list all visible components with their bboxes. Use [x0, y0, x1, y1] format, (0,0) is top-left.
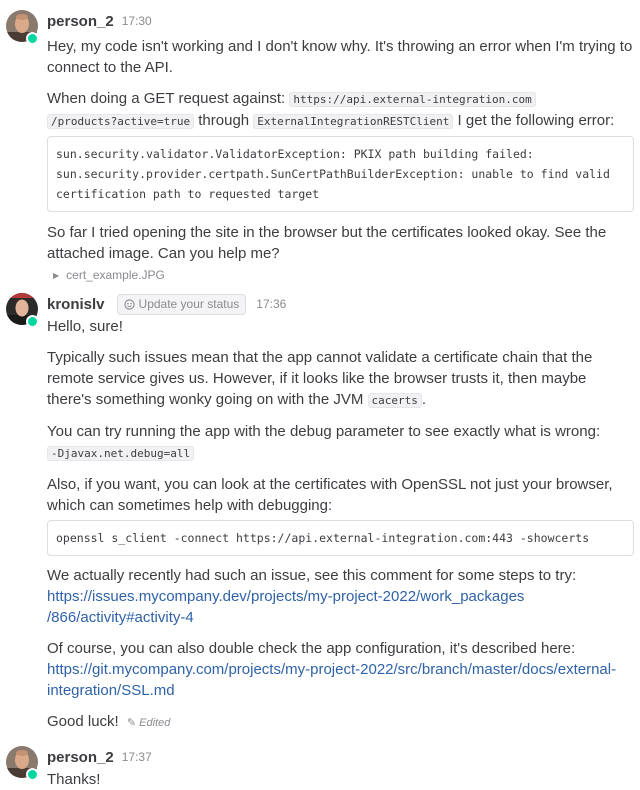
message-text: Thanks!: [47, 771, 101, 788]
username[interactable]: person_2: [47, 747, 114, 768]
smiley-icon: [123, 298, 135, 310]
text: through: [198, 112, 250, 129]
username[interactable]: person_2: [47, 11, 114, 32]
text: I get the following error:: [457, 112, 615, 129]
text: When doing a GET request against:: [47, 90, 286, 107]
code-block: sun.security.validator.ValidatorExceptio…: [47, 136, 634, 212]
inline-code: ExternalIntegrationRESTClient: [253, 114, 454, 129]
message-text: Also, if you want, you can look at the c…: [47, 476, 613, 514]
inline-code: https://api.external-integration.com: [289, 92, 536, 107]
timestamp[interactable]: 17:36: [256, 294, 286, 315]
message-text: When doing a GET request against: https:…: [47, 88, 634, 132]
issue-link[interactable]: https://issues.mycompany.dev/projects/my…: [47, 588, 524, 605]
post-header: person_2 17:37: [47, 746, 634, 768]
issue-link-cont[interactable]: /866/activity#activity-4: [47, 609, 194, 626]
inline-code: cacerts: [367, 393, 422, 408]
caret-right-icon: ▶: [53, 271, 60, 280]
post-kronislv: kronislv Update your status 17:36 Hello,…: [0, 293, 640, 734]
pencil-icon: ✎: [126, 717, 137, 729]
message-text: Good luck! ✎ Edited: [47, 711, 634, 734]
post-person-2: person_2 17:30 Hey, my code isn't workin…: [0, 5, 640, 286]
docs-link-cont[interactable]: integration/SSL.md: [47, 682, 175, 699]
docs-link[interactable]: https://git.mycompany.com/projects/my-pr…: [47, 661, 616, 678]
text: Typically such issues mean that the app …: [47, 349, 593, 408]
online-status-icon: [26, 315, 39, 328]
message-text: Typically such issues mean that the app …: [47, 347, 634, 411]
post-header: person_2 17:30: [47, 10, 634, 32]
attachment-name[interactable]: cert_example.JPG: [66, 265, 165, 286]
username[interactable]: kronislv: [47, 294, 105, 315]
message-text: Of course, you can also double check the…: [47, 638, 634, 701]
timestamp[interactable]: 17:37: [122, 747, 152, 768]
edited-label: Edited: [139, 717, 171, 729]
inline-code: -Djavax.net.debug=all: [47, 446, 195, 461]
code-block: openssl s_client -connect https://api.ex…: [47, 520, 634, 556]
attachment-toggle[interactable]: ▶ cert_example.JPG: [53, 265, 634, 286]
online-status-icon: [26, 32, 39, 45]
message-text: So far I tried opening the site in the b…: [47, 224, 607, 262]
message-text: Hello, sure!: [47, 318, 123, 335]
text: .: [421, 391, 427, 408]
text: You can try running the app with the deb…: [47, 423, 601, 440]
message-text: You can try running the app with the deb…: [47, 421, 634, 464]
online-status-icon: [26, 768, 39, 781]
timestamp[interactable]: 17:30: [122, 11, 152, 32]
message-text: We actually recently had such an issue, …: [47, 565, 634, 628]
inline-code: /products?active=true: [47, 114, 195, 129]
message-text: Hey, my code isn't working and I don't k…: [47, 38, 633, 76]
update-status-button[interactable]: Update your status: [116, 293, 247, 315]
text: Of course, you can also double check the…: [47, 640, 576, 657]
post-person-2-reply: person_2 17:37 Thanks!: [0, 746, 640, 790]
text: Good luck!: [47, 713, 119, 730]
update-status-label: Update your status: [138, 296, 240, 311]
post-header: kronislv Update your status 17:36: [47, 293, 634, 315]
text: We actually recently had such an issue, …: [47, 567, 577, 584]
edited-indicator[interactable]: ✎ Edited: [127, 717, 170, 729]
